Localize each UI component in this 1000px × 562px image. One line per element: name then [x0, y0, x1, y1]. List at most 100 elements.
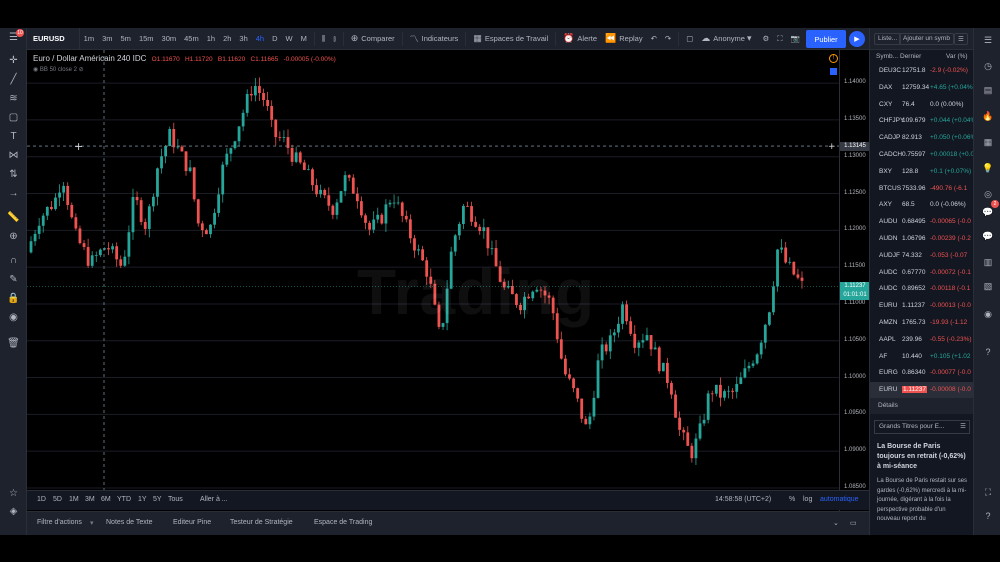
calendar-icon[interactable]: ▦	[982, 136, 994, 148]
watchlist-row[interactable]: EURU 1.11237 -0.00013 (-0.0	[870, 298, 973, 314]
help-icon[interactable]: ?	[982, 346, 994, 358]
chart-pane[interactable]: + + Trading Euro / Dollar Américain 240 I…	[27, 50, 852, 518]
interval-3h[interactable]: 3h	[235, 28, 251, 50]
goto-date-button[interactable]: Aller à ...	[200, 496, 228, 503]
eye-icon[interactable]: ◉	[7, 311, 20, 324]
camera-icon[interactable]: 📷	[786, 28, 803, 50]
workspaces-button[interactable]: ▦ Espaces de Travail	[469, 28, 552, 50]
order-book-icon[interactable]: ▥	[982, 256, 994, 268]
col-change[interactable]: Var (%)	[946, 53, 968, 60]
chat-icon[interactable]: 💬	[982, 206, 994, 218]
alert-button[interactable]: ⏰ Alerte	[559, 28, 601, 50]
watchlist-row[interactable]: CADJP82.913 +0.050 (+0.06%)	[870, 130, 973, 146]
zoom-icon[interactable]: ⊕	[7, 230, 20, 243]
watchlist-row[interactable]: AUDC 0.67770 -0.00072 (-0.1	[870, 265, 973, 281]
news-header[interactable]: Grands Titres pour E... ☰	[874, 420, 970, 434]
range-6m[interactable]: 6M	[101, 496, 111, 503]
range-5y[interactable]: 5Y	[153, 496, 162, 503]
account-button[interactable]: ☁ Anonyme ▾	[697, 28, 758, 50]
watchlist-row[interactable]: CHFJPY109.679 +0.044 (+0.04%)	[870, 113, 973, 129]
tab-stock-screener[interactable]: Filtre d'actions	[37, 519, 82, 526]
fibonacci-icon[interactable]: ≋	[7, 92, 20, 105]
maximize-icon[interactable]: ▭	[850, 519, 857, 527]
indicator-legend[interactable]: ◉ BB 50 close 2 ⊘	[33, 66, 84, 73]
watchlist-row[interactable]: CXY 76.4 0.0 (0.00%)	[870, 97, 973, 113]
publish-button[interactable]: Publier	[806, 30, 846, 48]
tab-trading-panel[interactable]: Espace de Trading	[314, 519, 372, 526]
interval-3m[interactable]: 3m	[98, 28, 116, 50]
range-ytd[interactable]: YTD	[117, 496, 131, 503]
compare-button[interactable]: ⊕ Comparer	[347, 28, 399, 50]
chevron-down-icon[interactable]: ▾	[90, 519, 94, 527]
watchlist-row[interactable]: AUDJF 74.332 -0.053 (-0.07	[870, 248, 973, 264]
bar-style-icon[interactable]: ⫼	[318, 28, 329, 50]
hotlist-icon[interactable]: 🔥	[982, 110, 994, 122]
col-last[interactable]: Dernier	[900, 53, 921, 60]
range-5d[interactable]: 5D	[53, 496, 62, 503]
add-alert-icon[interactable]: +	[828, 142, 836, 152]
watchlist-row[interactable]: AF 10.440 +0.105 (+1.02	[870, 349, 973, 365]
indicators-button[interactable]: 〽 Indicateurs	[406, 28, 463, 50]
alert-marker-icon[interactable]	[830, 68, 837, 75]
symbol-search[interactable]: EURUSD	[27, 28, 80, 50]
watchlist-row[interactable]: DEU3C 12751.8 -2.9 (-0.02%)	[870, 63, 973, 79]
watchlist-row[interactable]: AUDN 1.06796 -0.00239 (-0.2	[870, 231, 973, 247]
watchlist-row[interactable]: AMZN 1765.73 -19.93 (-1.12	[870, 315, 973, 331]
log-toggle[interactable]: log	[803, 496, 812, 503]
trash-icon[interactable]: 🗑	[7, 337, 20, 350]
crosshair-icon[interactable]: ✛	[7, 54, 20, 67]
news-title[interactable]: La Bourse de Paris toujours en retrait (…	[877, 442, 967, 472]
col-symbol[interactable]: Symb...	[876, 53, 898, 60]
interval-2h[interactable]: 2h	[219, 28, 235, 50]
details-header[interactable]: Détails	[870, 398, 973, 414]
warning-icon[interactable]: !	[829, 54, 838, 63]
watchlist-row[interactable]: AUDU 0.68495 -0.00065 (-0.0	[870, 214, 973, 230]
interval-m[interactable]: M	[297, 28, 311, 50]
interval-d[interactable]: D	[268, 28, 281, 50]
watchlist-selector[interactable]: Liste...	[874, 33, 902, 45]
streams-icon[interactable]: ◎	[982, 188, 994, 200]
clock[interactable]: 14:58:58 (UTC+2)	[715, 496, 771, 503]
range-1m[interactable]: 1M	[69, 496, 79, 503]
watchlist-row[interactable]: EURG 0.86340 -0.00077 (-0.0	[870, 365, 973, 381]
replay-button[interactable]: ⏪ Replay	[601, 28, 647, 50]
layout-icon[interactable]: ▢	[682, 28, 697, 50]
watchlist-row[interactable]: CADCH 0.75597 +0.00018 (+0.0	[870, 147, 973, 163]
interval-45m[interactable]: 45m	[180, 28, 203, 50]
trendline-icon[interactable]: ╱	[7, 73, 20, 86]
tab-pine-editor[interactable]: Editeur Pine	[173, 519, 211, 526]
collapse-icon[interactable]: ⌄	[833, 519, 839, 527]
range-1d[interactable]: 1D	[37, 496, 46, 503]
star-icon[interactable]: ☆	[7, 487, 20, 500]
pattern-icon[interactable]: ⋈	[7, 149, 20, 162]
watchlist-row[interactable]: AAPL 239.96 -0.55 (-0.23%)	[870, 332, 973, 348]
watchlist-row[interactable]: BXY 128.8 +0.1 (+0.07%)	[870, 164, 973, 180]
alerts-clock-icon[interactable]: ◷	[982, 60, 994, 72]
interval-5m[interactable]: 5m	[117, 28, 135, 50]
watchlist-row[interactable]: AXY 68.5 0.0 (-0.06%)	[870, 197, 973, 213]
watchlist-row[interactable]: EURU 1.11237 -0.00008 (-0.0	[870, 382, 973, 399]
redo-icon[interactable]: ↷	[661, 28, 675, 50]
add-symbol-input[interactable]: Ajouter un symb	[899, 33, 954, 45]
notifications-icon[interactable]: 💬	[982, 230, 994, 242]
lock-icon[interactable]: 🔒	[7, 292, 20, 305]
range-3m[interactable]: 3M	[85, 496, 95, 503]
list-menu-icon[interactable]: ☰	[960, 422, 966, 430]
watchlist-row[interactable]: BTCUS 7533.96 -490.76 (-6.1	[870, 181, 973, 197]
prediction-icon[interactable]: ⇅	[7, 168, 20, 181]
settings-icon[interactable]: ⚙	[759, 28, 774, 50]
watchlist-row[interactable]: AUDC 0.89652 -0.00118 (-0.1	[870, 281, 973, 297]
tab-strategy-tester[interactable]: Testeur de Stratégie	[230, 519, 293, 526]
shapes-icon[interactable]: ▢	[7, 111, 20, 124]
data-window-icon[interactable]: ▤	[982, 84, 994, 96]
ideas-help-icon[interactable]: ⛶	[982, 486, 994, 498]
interval-30m[interactable]: 30m	[158, 28, 181, 50]
layers-icon[interactable]: ◈	[7, 505, 20, 518]
tab-text-notes[interactable]: Notes de Texte	[106, 519, 153, 526]
candle-style-icon[interactable]: ⫾	[329, 28, 339, 50]
range-all[interactable]: Tous	[168, 496, 183, 503]
pencil-lock-icon[interactable]: ✎	[7, 273, 20, 286]
interval-15m[interactable]: 15m	[135, 28, 158, 50]
price-axis[interactable]: 1.14000 1.13500 1.13000 1.12500 1.12000 1.115…	[839, 50, 870, 518]
magnet-icon[interactable]: ∩	[7, 254, 20, 267]
